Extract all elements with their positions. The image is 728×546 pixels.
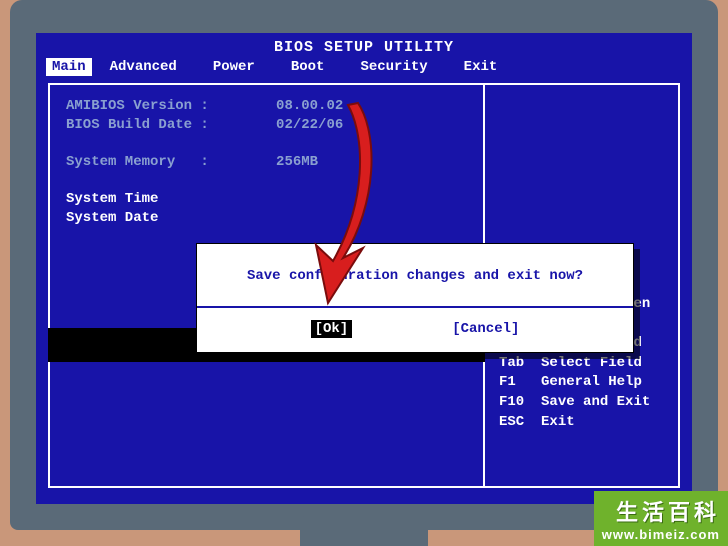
help-select-field: Tab Select Field [499, 354, 666, 374]
menu-bar: Main Advanced Power Boot Security Exit [36, 56, 692, 78]
help-general-help: F1 General Help [499, 373, 666, 393]
system-time-row[interactable]: System Time [66, 190, 467, 209]
bios-screen: BIOS SETUP UTILITY Main Advanced Power B… [36, 33, 692, 504]
menu-boot[interactable]: Boot [273, 58, 343, 76]
bios-date-row: BIOS Build Date : 02/22/06 [66, 116, 467, 135]
bios-version-value: 08.00.02 [276, 98, 343, 114]
bios-version-label: AMIBIOS Version : [66, 98, 209, 114]
watermark-url: www.bimeiz.com [602, 527, 720, 542]
menu-security[interactable]: Security [342, 58, 445, 76]
monitor-stand [300, 516, 428, 546]
confirm-dialog: Save configuration changes and exit now?… [196, 243, 634, 353]
menu-main[interactable]: Main [46, 58, 92, 76]
system-memory-label: System Memory : [66, 154, 209, 170]
watermark: 生活百科 www.bimeiz.com [594, 491, 728, 546]
bios-date-label: BIOS Build Date : [66, 117, 209, 133]
bios-date-value: 02/22/06 [276, 117, 343, 133]
menu-advanced[interactable]: Advanced [92, 58, 195, 76]
help-save-exit: F10 Save and Exit [499, 393, 666, 413]
system-memory-row: System Memory : 256MB [66, 153, 467, 172]
menu-power[interactable]: Power [195, 58, 273, 76]
watermark-text: 生活百科 [602, 495, 720, 527]
menu-exit[interactable]: Exit [446, 58, 516, 76]
monitor-bezel: BIOS SETUP UTILITY Main Advanced Power B… [10, 0, 718, 530]
cancel-button[interactable]: [Cancel] [452, 320, 519, 338]
dialog-message: Save configuration changes and exit now? [197, 244, 633, 308]
system-date-row[interactable]: System Date [66, 209, 467, 228]
bios-version-row: AMIBIOS Version : 08.00.02 [66, 97, 467, 116]
help-exit: ESC Exit [499, 413, 666, 433]
ok-button[interactable]: [Ok] [311, 320, 353, 338]
dialog-buttons: [Ok] [Cancel] [197, 308, 633, 352]
system-memory-value: 256MB [276, 154, 318, 170]
bios-title: BIOS SETUP UTILITY [36, 33, 692, 56]
